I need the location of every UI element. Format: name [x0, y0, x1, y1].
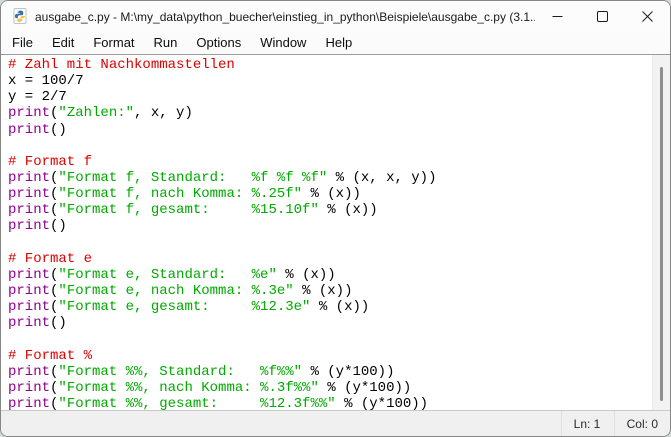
code-token-builtin: print	[8, 364, 50, 380]
code-token-string: "Format f, Standard: %f %f %f"	[58, 170, 327, 186]
code-line: x = 100/7	[8, 73, 653, 89]
code-line: y = 2/7	[8, 89, 653, 105]
window-title: ausgabe_c.py - M:\my_data\python_buecher…	[35, 9, 535, 24]
code-token-code: % (x))	[310, 299, 369, 315]
idle-editor-window: ausgabe_c.py - M:\my_data\python_buecher…	[0, 0, 671, 437]
code-token-code: % (x))	[277, 267, 336, 283]
menu-item-run[interactable]: Run	[146, 32, 186, 53]
menu-item-edit[interactable]: Edit	[44, 32, 82, 53]
python-file-icon	[12, 8, 28, 24]
code-token-builtin: print	[8, 315, 50, 331]
close-button[interactable]	[625, 1, 670, 31]
code-token-code: , x, y)	[134, 105, 193, 121]
code-line: print("Format %%, nach Komma: %.3f%%" % …	[8, 380, 653, 396]
code-token-string: "Format e, nach Komma: %.3e"	[58, 283, 293, 299]
code-token-comment: # Zahl mit Nachkommastellen	[8, 57, 235, 73]
minimize-icon	[552, 11, 563, 22]
code-line: print("Format f, nach Komma: %.25f" % (x…	[8, 186, 653, 202]
code-token-builtin: print	[8, 186, 50, 202]
code-line: print()	[8, 122, 653, 138]
code-line: print("Format %%, Standard: %f%%" % (y*1…	[8, 364, 653, 380]
menu-item-window[interactable]: Window	[252, 32, 314, 53]
code-token-string: "Format f, gesamt: %15.10f"	[58, 202, 318, 218]
code-editor[interactable]: # Zahl mit Nachkommastellenx = 100/7y = …	[1, 55, 653, 410]
code-token-string: "Format f, nach Komma: %.25f"	[58, 186, 302, 202]
code-line: print("Zahlen:", x, y)	[8, 105, 653, 121]
code-line	[8, 138, 653, 154]
maximize-icon	[597, 11, 608, 22]
code-token-code: % (x))	[294, 283, 353, 299]
code-token-string: "Format %%, Standard: %f%%"	[58, 364, 302, 380]
window-controls	[535, 1, 670, 31]
menu-item-format[interactable]: Format	[85, 32, 142, 53]
code-token-string: "Format e, Standard: %e"	[58, 267, 276, 283]
minimize-button[interactable]	[535, 1, 580, 31]
code-line	[8, 331, 653, 347]
code-token-builtin: print	[8, 283, 50, 299]
code-token-code: % (x))	[319, 202, 378, 218]
vertical-scrollbar[interactable]	[652, 55, 670, 410]
code-token-code: ()	[50, 122, 67, 138]
code-token-builtin: print	[8, 267, 50, 283]
code-token-comment: # Format f	[8, 154, 92, 170]
status-line-number: Ln: 1	[561, 411, 614, 436]
scrollbar-thumb[interactable]	[660, 67, 663, 401]
code-line: # Zahl mit Nachkommastellen	[8, 57, 653, 73]
code-token-string: "Format %%, gesamt: %12.3f%%"	[58, 396, 335, 410]
code-token-builtin: print	[8, 202, 50, 218]
code-token-code: % (y*100))	[336, 396, 428, 410]
code-token-builtin: print	[8, 105, 50, 121]
code-token-comment: # Format e	[8, 251, 92, 267]
menu-item-options[interactable]: Options	[188, 32, 249, 53]
code-token-string: "Zahlen:"	[58, 105, 134, 121]
code-token-builtin: print	[8, 396, 50, 410]
code-line: # Format e	[8, 251, 653, 267]
code-line: # Format f	[8, 154, 653, 170]
code-token-code: ()	[50, 218, 67, 234]
code-token-code: % (y*100))	[319, 380, 411, 396]
code-token-string: "Format %%, nach Komma: %.3f%%"	[58, 380, 318, 396]
code-token-string: "Format e, gesamt: %12.3e"	[58, 299, 310, 315]
code-token-code: x = 100/7	[8, 73, 84, 89]
code-line: print()	[8, 218, 653, 234]
code-line: print("Format e, Standard: %e" % (x))	[8, 267, 653, 283]
code-line: print("Format e, gesamt: %12.3e" % (x))	[8, 299, 653, 315]
code-token-code: y = 2/7	[8, 89, 67, 105]
code-token-code: % (x))	[302, 186, 361, 202]
code-line: print("Format f, Standard: %f %f %f" % (…	[8, 170, 653, 186]
maximize-button[interactable]	[580, 1, 625, 31]
status-column-number: Col: 0	[614, 411, 670, 436]
code-token-comment: # Format %	[8, 348, 92, 364]
menu-item-file[interactable]: File	[4, 32, 41, 53]
code-token-builtin: print	[8, 380, 50, 396]
code-line: print("Format f, gesamt: %15.10f" % (x))	[8, 202, 653, 218]
code-line: print()	[8, 315, 653, 331]
editor-area: # Zahl mit Nachkommastellenx = 100/7y = …	[1, 54, 670, 410]
code-token-code: ()	[50, 315, 67, 331]
code-token-builtin: print	[8, 122, 50, 138]
title-bar[interactable]: ausgabe_c.py - M:\my_data\python_buecher…	[1, 1, 670, 31]
code-line: print("Format %%, gesamt: %12.3f%%" % (y…	[8, 396, 653, 410]
code-line	[8, 235, 653, 251]
status-bar: Ln: 1 Col: 0	[1, 410, 670, 436]
menu-item-help[interactable]: Help	[317, 32, 360, 53]
menu-bar: FileEditFormatRunOptionsWindowHelp	[1, 31, 670, 54]
code-token-code: % (x, x, y))	[327, 170, 436, 186]
code-token-builtin: print	[8, 218, 50, 234]
close-icon	[642, 11, 653, 22]
code-line: print("Format e, nach Komma: %.3e" % (x)…	[8, 283, 653, 299]
code-token-code: % (y*100))	[302, 364, 394, 380]
code-line: # Format %	[8, 348, 653, 364]
code-token-builtin: print	[8, 299, 50, 315]
code-token-builtin: print	[8, 170, 50, 186]
